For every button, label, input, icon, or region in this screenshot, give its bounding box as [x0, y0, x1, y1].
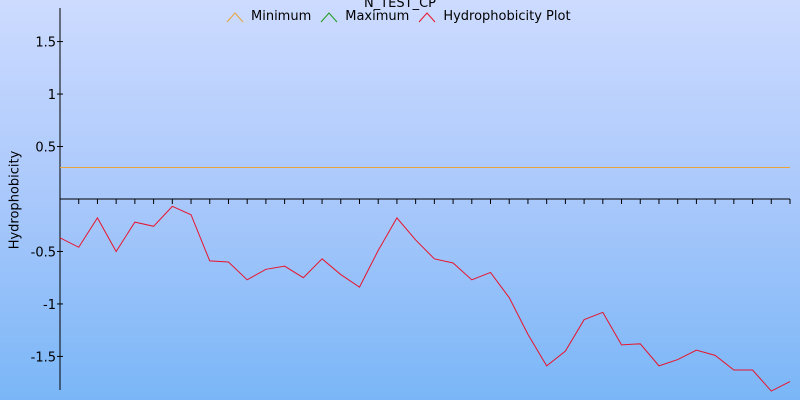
y-tick-label: 0.5	[35, 141, 56, 156]
y-tick-label: 1.5	[35, 36, 56, 51]
chart: 1.5 1 0.5 -0.5 -1 -1.5	[0, 0, 800, 400]
legend-item-hydrophobicity: Hydrophobicity Plot	[417, 9, 571, 24]
y-axis-label: Hydrophobicity	[7, 150, 23, 250]
legend-label-maximum: Maximum	[345, 9, 410, 24]
legend-label-minimum: Minimum	[251, 9, 312, 24]
y-tick-label: 1	[48, 88, 56, 103]
legend-swatch-minimum	[226, 11, 244, 22]
legend-swatch-maximum	[320, 11, 338, 22]
series-line-2	[59, 205, 791, 392]
legend-item-minimum: Minimum	[225, 9, 311, 24]
legend-swatch-hydrophobicity	[418, 11, 436, 22]
chart-svg: 1.5 1 0.5 -0.5 -1 -1.5	[31, 8, 791, 392]
legend-label-hydrophobicity: Hydrophobicity Plot	[443, 9, 571, 24]
y-tick-label: -0.5	[31, 245, 56, 260]
legend: Minimum Maximum Hydrophobicity Plot	[225, 9, 579, 24]
y-tick-label: -1.5	[31, 350, 56, 365]
legend-item-maximum: Maximum	[319, 9, 409, 24]
y-tick-label: -1	[43, 298, 56, 313]
